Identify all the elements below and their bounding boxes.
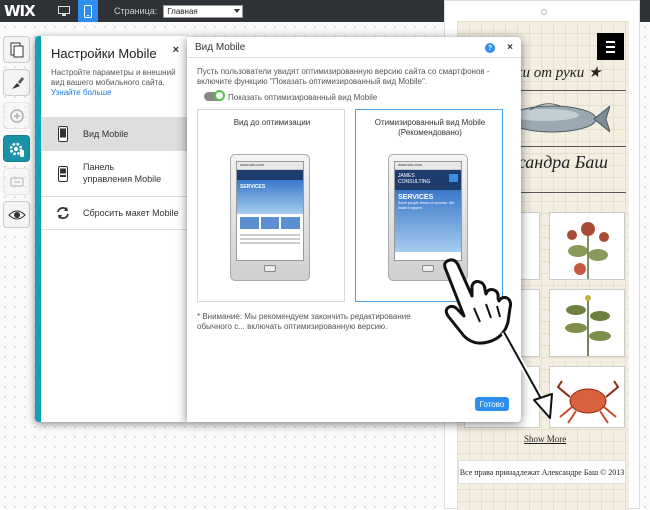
plant-image <box>565 295 611 356</box>
nav-item-label: Сбросить макет Mobile <box>83 208 179 218</box>
plant-image <box>567 222 609 279</box>
gear-icon <box>9 142 24 157</box>
gallery-item[interactable] <box>549 366 625 428</box>
design-tool[interactable] <box>3 69 30 96</box>
toggle-knob <box>214 90 225 101</box>
tablet-preview: www.wix.com SERVICES <box>230 154 310 281</box>
site-menu-button[interactable] <box>597 33 624 60</box>
panel-description: Настройте параметры и внешний вид вашего… <box>51 68 176 88</box>
preview-tool[interactable] <box>3 201 30 228</box>
phone-icon <box>84 4 92 18</box>
pages-tool[interactable] <box>3 36 30 63</box>
panel-nav: Вид Mobile Панель управления Mobile Сбро… <box>41 117 187 230</box>
mobile-settings-panel: Настройки Mobile × Настройте параметры и… <box>35 36 187 422</box>
tablet-thumbs <box>237 214 303 232</box>
mobile-view-dialog: Вид Mobile ? × Пусть пользователи увидят… <box>187 37 521 422</box>
nav-item-reset-layout[interactable]: Сбросить макет Mobile <box>41 197 187 230</box>
show-more-link[interactable]: Show More <box>524 434 566 444</box>
menu-icon <box>449 174 458 182</box>
nav-item-label: Панель управления Mobile <box>83 161 162 184</box>
tablet-home-button <box>264 265 276 272</box>
hero-title: SERVICES <box>398 194 434 201</box>
tablet-url-bar: www.wix.com <box>395 162 461 170</box>
page-select[interactable]: Главная <box>163 4 244 18</box>
toggle-label: Показать оптимизированный вид Mobile <box>228 93 378 102</box>
panel-close-button[interactable]: × <box>173 44 179 56</box>
nav-item-mobile-view[interactable]: Вид Mobile <box>41 118 187 151</box>
brush-icon <box>11 76 24 89</box>
settings-tool[interactable] <box>3 135 30 162</box>
help-icon[interactable]: ? <box>485 43 495 53</box>
option-label: Отимизированный вид Mobile (Рекомендован… <box>374 118 486 138</box>
page-label: Страница: <box>114 6 158 16</box>
nav-item-mobile-panel[interactable]: Панель управления Mobile <box>41 151 187 197</box>
tablet-header <box>237 170 303 180</box>
site-subheading: ксандра Баш <box>510 152 608 172</box>
tablet-hero: SERVICES <box>237 180 303 214</box>
tablet-brand: JAMES CONSULTING <box>395 170 461 190</box>
tablet-hero: SERVICES Some people dream of success. W… <box>395 190 461 252</box>
tablet-screen: www.wix.com SERVICES <box>236 161 304 261</box>
arrow-icon <box>501 330 553 419</box>
gallery-item[interactable] <box>549 212 625 280</box>
site-footer: Все права принадлежат Александре Баш © 2… <box>458 460 626 484</box>
dialog-title: Вид Mobile <box>195 42 246 53</box>
dialog-description: Пусть пользователи увидят оптимизированн… <box>197 67 490 87</box>
phone-icon <box>53 126 73 142</box>
refresh-icon <box>53 206 73 220</box>
option-before-optimization[interactable]: Вид до оптимизации www.wix.com SERVICES <box>197 109 345 302</box>
panel-title: Настройки Mobile <box>51 46 157 61</box>
page-select-value: Главная <box>167 6 198 16</box>
pages-icon <box>10 42 23 57</box>
add-tool[interactable] <box>3 102 30 129</box>
dialog-header: Вид Mobile ? × <box>187 37 521 58</box>
dialog-close-button[interactable]: × <box>507 42 513 53</box>
hero-sub: Some people dream of success. We make it… <box>398 201 455 210</box>
monitor-icon <box>58 5 70 16</box>
box-icon <box>10 177 23 186</box>
wix-logo: WIX <box>4 2 36 20</box>
eye-icon <box>7 210 26 219</box>
left-toolbar <box>3 36 35 228</box>
nav-item-label: Вид Mobile <box>83 129 129 139</box>
mobile-view-button[interactable] <box>78 0 98 22</box>
desktop-view-button[interactable] <box>54 0 74 22</box>
tablet-url-bar: www.wix.com <box>237 162 303 170</box>
tablet-screen: www.wix.com JAMES CONSULTING SERVICES So… <box>394 161 462 261</box>
learn-more-link[interactable]: Узнайте больше <box>51 88 111 97</box>
chevron-down-icon <box>234 8 241 13</box>
dialog-note: * Внимание: Мы рекомендуем закончить ред… <box>197 312 411 332</box>
optimized-view-toggle[interactable] <box>204 90 225 101</box>
phone-panel-icon <box>53 165 73 182</box>
gallery-item[interactable] <box>549 289 625 357</box>
option-label: Вид до оптимизации <box>233 118 311 127</box>
plus-circle-icon <box>9 108 24 123</box>
phone-speaker-dot <box>541 9 547 15</box>
crab-image <box>556 380 620 424</box>
site-heading: нки от руки ★ <box>508 65 602 81</box>
app-market-tool[interactable] <box>3 168 30 195</box>
